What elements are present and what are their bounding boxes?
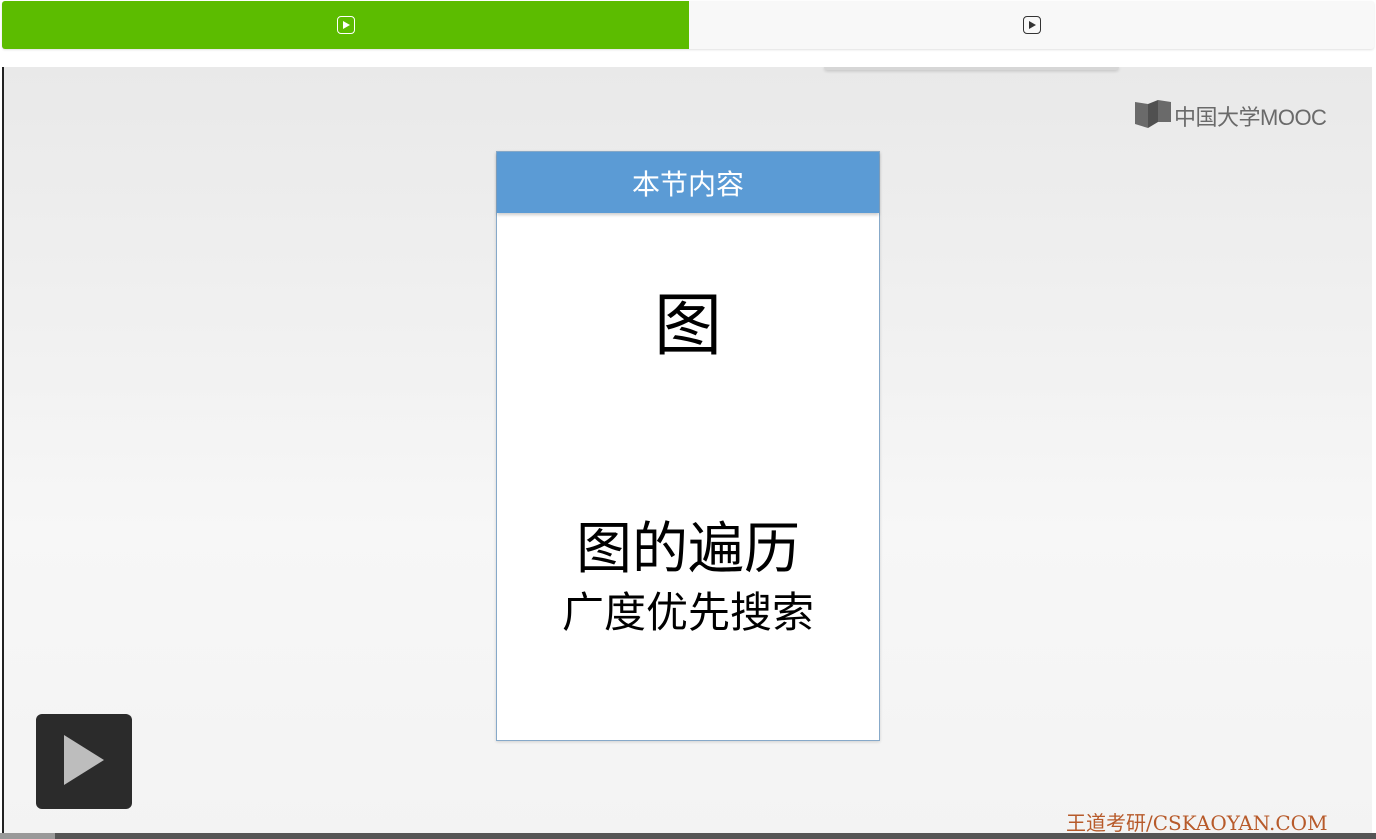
card-header: 本节内容 [497, 152, 879, 213]
mooc-player-page: 中国大学MOOC 本节内容 图 图的遍历 广度优先搜索 王道考研/CSKAOYA… [0, 0, 1376, 839]
book-logo-icon [1134, 98, 1172, 134]
tab-video-2[interactable] [689, 1, 1374, 49]
divider [824, 67, 1119, 70]
slide-card: 本节内容 图 图的遍历 广度优先搜索 [496, 151, 880, 741]
slide-line-2: 广度优先搜索 [561, 588, 814, 637]
progress-bar[interactable] [0, 833, 1376, 839]
play-square-icon [336, 16, 355, 34]
watermark: 王道考研/CSKAOYAN.COM [1066, 811, 1328, 835]
progress-fill [0, 833, 56, 839]
play-square-icon [1022, 16, 1041, 34]
video-tab-bar [2, 1, 1374, 49]
slide-big-title: 图 [653, 287, 722, 366]
slide-line-1: 图的遍历 [576, 517, 800, 582]
video-frame[interactable]: 中国大学MOOC 本节内容 图 图的遍历 广度优先搜索 王道考研/CSKAOYA… [2, 67, 1372, 839]
play-button[interactable] [36, 714, 132, 809]
tab-video-1[interactable] [2, 1, 689, 49]
logo-text: 中国大学MOOC [1174, 105, 1327, 130]
play-icon [62, 733, 106, 791]
mooc-logo: 中国大学MOOC [1134, 98, 1327, 134]
